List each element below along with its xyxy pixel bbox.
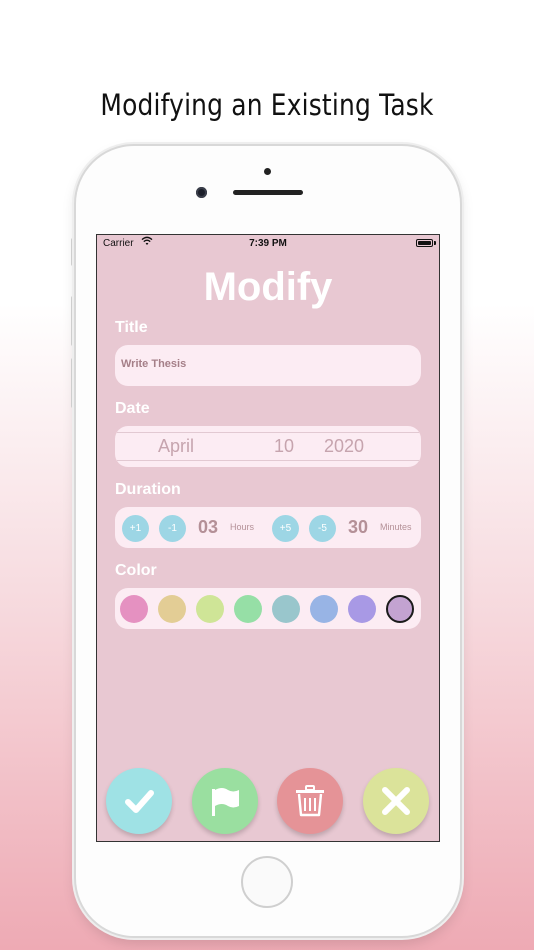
- confirm-button[interactable]: [106, 768, 172, 834]
- color-swatch[interactable]: [120, 595, 148, 623]
- date-month[interactable]: April: [158, 436, 194, 457]
- volume-up-button: [71, 296, 75, 346]
- color-swatch[interactable]: [158, 595, 186, 623]
- earpiece-speaker: [233, 190, 303, 195]
- date-label: Date: [115, 400, 150, 417]
- duration-label: Duration: [115, 481, 181, 498]
- picker-separator-bottom: [117, 460, 419, 461]
- trash-icon: [296, 785, 324, 817]
- duration-control: +1 -1 03 Hours +5 -5 30 Minutes: [115, 507, 421, 548]
- title-label: Title: [115, 319, 148, 336]
- delete-button[interactable]: [277, 768, 343, 834]
- battery-tip: [434, 241, 436, 245]
- color-swatch[interactable]: [310, 595, 338, 623]
- hours-value: 03: [198, 517, 219, 537]
- color-swatch[interactable]: [234, 595, 262, 623]
- status-bar: Carrier 7:39 PM: [97, 235, 439, 253]
- minutes-minus-button[interactable]: -5: [309, 515, 336, 542]
- color-label: Color: [115, 562, 157, 579]
- minutes-value: 30: [348, 517, 369, 537]
- page-title: Modify: [203, 265, 333, 309]
- color-swatch[interactable]: [196, 595, 224, 623]
- battery-icon: [416, 239, 433, 247]
- caption: Modifying an Existing Task: [100, 88, 434, 122]
- hours-minus-button[interactable]: -1: [159, 515, 186, 542]
- hours-plus-button[interactable]: +1: [122, 515, 149, 542]
- title-input-value: Write Thesis: [121, 358, 187, 370]
- minutes-unit-label: Minutes: [380, 522, 412, 532]
- cancel-button[interactable]: [363, 768, 429, 834]
- front-camera: [196, 187, 207, 198]
- date-day[interactable]: 10: [274, 436, 294, 457]
- proximity-sensor: [264, 168, 271, 175]
- picker-separator-top: [117, 432, 419, 433]
- minutes-plus-button[interactable]: +5: [272, 515, 299, 542]
- date-picker[interactable]: April 10 2020: [115, 426, 421, 467]
- check-icon: [125, 790, 154, 813]
- color-palette: [115, 588, 421, 629]
- hours-unit-label: Hours: [230, 522, 255, 532]
- title-input[interactable]: Write Thesis: [115, 345, 421, 386]
- mute-switch: [71, 238, 75, 266]
- color-swatch[interactable]: [272, 595, 300, 623]
- date-year[interactable]: 2020: [324, 436, 364, 457]
- power-button: [460, 296, 464, 346]
- home-button[interactable]: [241, 856, 293, 908]
- close-icon: [382, 787, 410, 815]
- clock: 7:39 PM: [249, 238, 287, 249]
- volume-down-button: [71, 358, 75, 408]
- flag-button[interactable]: [192, 768, 258, 834]
- app-screen: Carrier 7:39 PM Modify Title Write Thesi…: [96, 234, 440, 842]
- color-swatch[interactable]: [386, 595, 414, 623]
- color-swatch[interactable]: [348, 595, 376, 623]
- flag-icon: [212, 788, 239, 816]
